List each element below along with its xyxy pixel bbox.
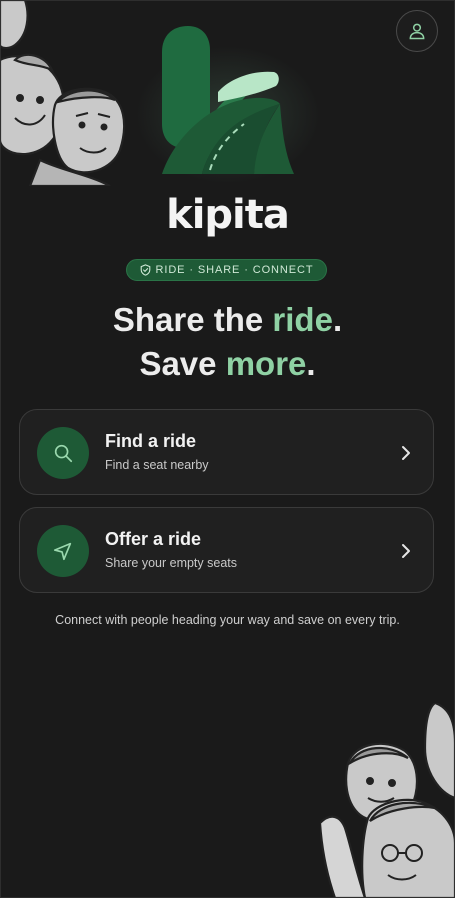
headline-accent: ride xyxy=(272,301,333,338)
kipita-logo-icon xyxy=(162,26,294,174)
offer-ride-title: Offer a ride xyxy=(105,529,202,549)
headline-text: Save xyxy=(139,345,226,382)
tagline-badge: RIDE · SHARE · CONNECT xyxy=(126,259,327,281)
tagline-text: RIDE · SHARE · CONNECT xyxy=(155,264,314,276)
headline-text: . xyxy=(306,345,316,382)
headline-line-2: Save more. xyxy=(0,342,455,386)
offer-ride-card[interactable]: Offer a ride Share your empty seats xyxy=(19,507,434,593)
people-doodle-illustration xyxy=(320,703,455,898)
shield-check-icon xyxy=(140,264,150,276)
footer-caption: Connect with people heading your way and… xyxy=(55,613,400,627)
find-ride-subtitle: Find a seat nearby xyxy=(105,458,209,472)
headline-line-1: Share the ride. xyxy=(0,298,455,342)
chevron-right-icon xyxy=(402,544,410,558)
hero-headline: Share the ride. Save more. xyxy=(0,298,455,386)
find-ride-title: Find a ride xyxy=(105,431,197,451)
headline-text: . xyxy=(332,301,343,338)
user-icon xyxy=(409,23,425,40)
headline-accent: more xyxy=(225,345,307,382)
find-ride-icon-badge xyxy=(37,427,89,479)
find-ride-card[interactable]: Find a ride Find a seat nearby xyxy=(19,409,434,495)
people-doodle-illustration xyxy=(0,0,126,186)
offer-ride-icon-badge xyxy=(37,525,89,577)
search-icon xyxy=(54,444,73,463)
navigation-arrow-icon xyxy=(53,542,72,561)
offer-ride-subtitle: Share your empty seats xyxy=(105,556,238,570)
chevron-right-icon xyxy=(402,446,410,460)
headline-text: Share the xyxy=(112,301,273,338)
brand-wordmark: kipita xyxy=(166,192,290,238)
profile-button[interactable] xyxy=(396,10,438,52)
